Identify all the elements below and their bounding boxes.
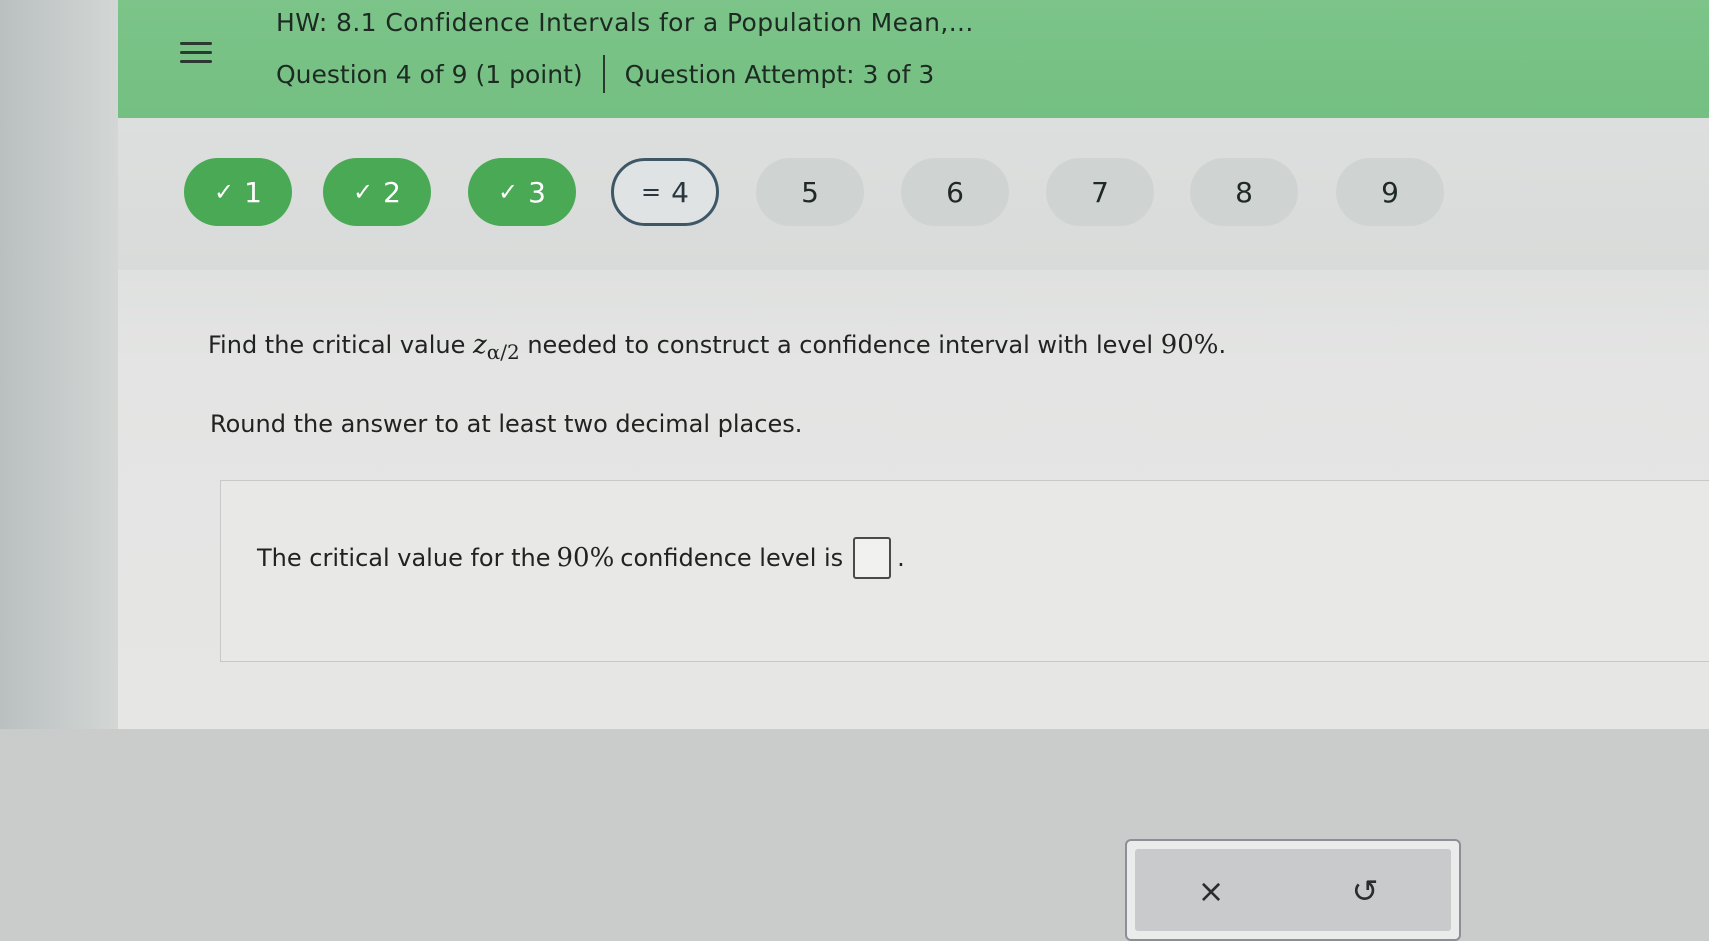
question-nav-5[interactable]: 5: [756, 158, 864, 226]
question-nav-9[interactable]: 9: [1336, 158, 1444, 226]
question-content: ✓ 1 ✓ 2 ✓ 3 = 4 5 6 7 8 9 Find the criti…: [118, 118, 1709, 941]
question-nav-7[interactable]: 7: [1046, 158, 1154, 226]
answer-prefix: The critical value for the: [257, 544, 551, 572]
question-number: 5: [801, 175, 819, 209]
partial-icon: =: [641, 178, 662, 206]
question-nav-6[interactable]: 6: [901, 158, 1009, 226]
tool-panel-inner: × ↺: [1135, 849, 1451, 931]
question-number: 7: [1091, 175, 1109, 209]
critical-value-subscript: α/2: [486, 339, 520, 364]
check-icon: ✓: [353, 178, 374, 206]
question-number: 8: [1235, 175, 1253, 209]
prompt-period: .: [1218, 331, 1227, 359]
question-nav-2[interactable]: ✓ 2: [323, 158, 431, 226]
menu-icon[interactable]: [178, 36, 214, 70]
prompt-text: needed to construct a confidence interva…: [519, 331, 1161, 359]
question-number: 2: [383, 175, 401, 209]
question-number: 1: [244, 175, 262, 209]
critical-value-symbol: z: [473, 330, 487, 360]
assignment-title: HW: 8.1 Confidence Intervals for a Popul…: [276, 8, 974, 37]
divider: [602, 55, 605, 93]
question-number: 9: [1381, 175, 1399, 209]
answer-tools: × ↺: [1125, 839, 1461, 941]
check-icon: ✓: [498, 178, 519, 206]
question-prompt: Find the critical value zα/2 needed to c…: [208, 330, 1226, 364]
question-nav-8[interactable]: 8: [1190, 158, 1298, 226]
rounding-instruction: Round the answer to at least two decimal…: [210, 410, 803, 438]
question-number: 3: [528, 175, 546, 209]
question-number: 6: [946, 175, 964, 209]
answer-input[interactable]: [853, 537, 892, 579]
screen-bezel: [0, 0, 118, 729]
attempt-info: Question Attempt: 3 of 3: [624, 59, 935, 89]
check-icon: ✓: [214, 178, 235, 206]
question-nav-1[interactable]: ✓ 1: [184, 158, 292, 226]
answer-statement: The critical value for the 90% confidenc…: [257, 537, 905, 579]
question-nav-3[interactable]: ✓ 3: [468, 158, 576, 226]
assignment-header: HW: 8.1 Confidence Intervals for a Popul…: [118, 0, 1709, 118]
confidence-level: 90%: [1160, 330, 1219, 360]
answer-period: .: [897, 544, 905, 572]
question-info: Question 4 of 9 (1 point): [276, 59, 583, 89]
undo-icon[interactable]: ↺: [1335, 869, 1395, 913]
answer-level: 90%: [556, 543, 615, 573]
question-info-bar: Question 4 of 9 (1 point) Question Attem…: [276, 55, 934, 93]
prompt-text: Find the critical value: [208, 331, 474, 359]
question-navigator: ✓ 1 ✓ 2 ✓ 3 = 4 5 6 7 8 9: [118, 118, 1709, 270]
question-nav-4[interactable]: = 4: [611, 158, 719, 226]
answer-suffix: confidence level is: [620, 544, 844, 572]
question-number: 4: [671, 175, 689, 209]
answer-area: The critical value for the 90% confidenc…: [220, 480, 1709, 941]
clear-icon[interactable]: ×: [1181, 869, 1241, 913]
